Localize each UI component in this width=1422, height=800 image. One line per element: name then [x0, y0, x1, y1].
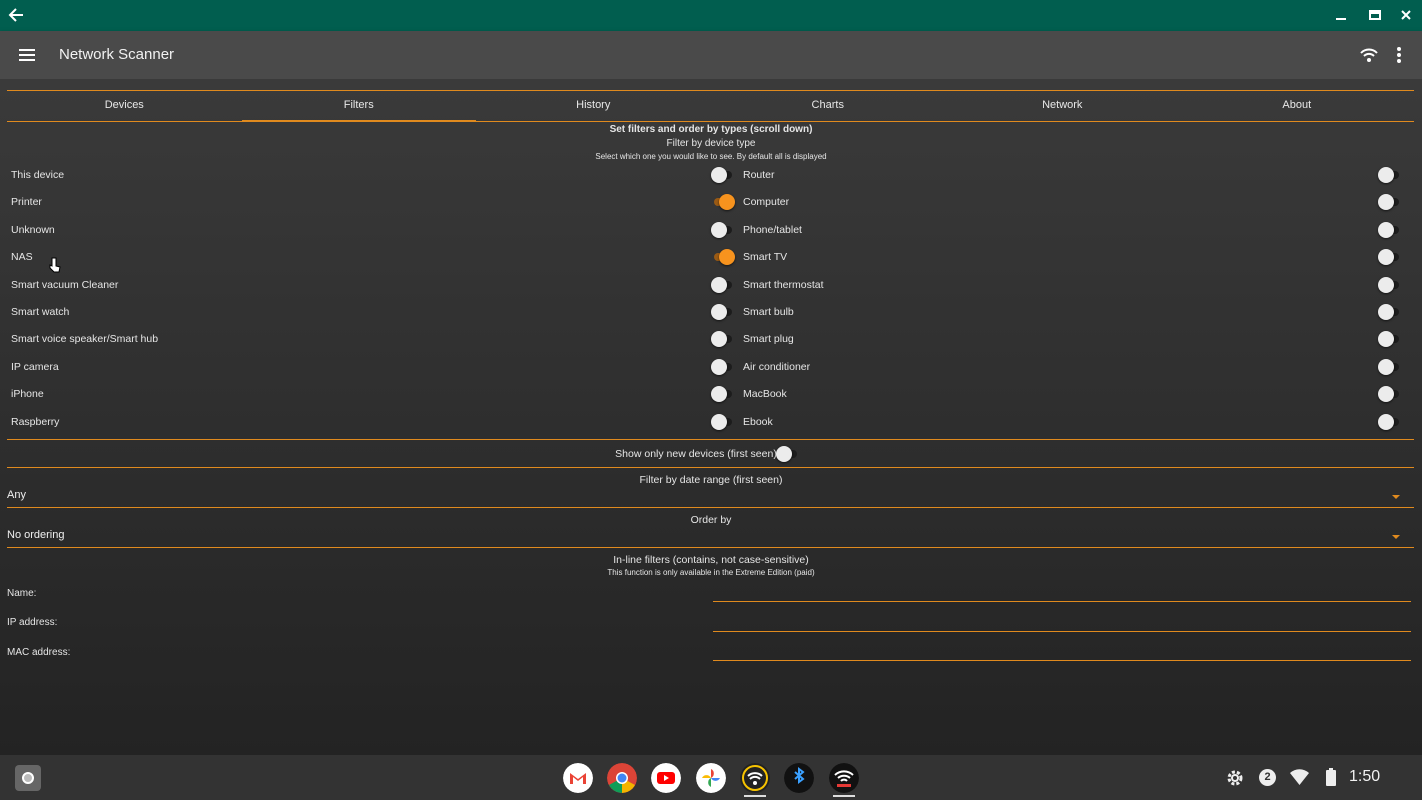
settings-gear-icon[interactable] [1226, 769, 1244, 787]
device-filter-label: Smart TV [743, 251, 788, 264]
wifi-status-icon[interactable] [1290, 769, 1309, 785]
divider [7, 547, 1414, 548]
device-filter-switch[interactable] [1378, 413, 1400, 430]
network-scanner-icon[interactable] [829, 763, 859, 793]
device-filter-label: This device [11, 169, 65, 181]
launcher-icon[interactable] [15, 765, 41, 791]
divider [7, 439, 1414, 440]
divider [7, 467, 1414, 468]
bluetooth-scanner-icon[interactable] [784, 763, 814, 793]
device-filter-label: Smart vacuum Cleaner [11, 278, 119, 291]
device-filter-label: Smart watch [11, 306, 70, 318]
filters-heading: Set filters and order by types (scroll d… [609, 124, 813, 135]
chevron-down-icon[interactable] [1392, 535, 1400, 539]
device-filter-label: NAS [11, 251, 33, 264]
device-filter-switch[interactable] [711, 167, 733, 183]
name-input[interactable] [713, 601, 1411, 602]
device-filter-label: Ebook [743, 415, 773, 428]
app-title: Network Scanner [59, 46, 175, 63]
device-filter-switch[interactable] [1378, 304, 1400, 320]
device-filter-switch[interactable] [711, 413, 733, 430]
app-bar: Network Scanner [0, 31, 1422, 79]
photos-icon[interactable] [696, 763, 726, 793]
device-filter-switch[interactable] [1378, 386, 1400, 403]
tab-devices[interactable]: Devices [7, 91, 242, 121]
chevron-down-icon[interactable] [1392, 495, 1400, 499]
device-filter-switch[interactable] [711, 386, 733, 403]
device-filter-label: iPhone [11, 388, 44, 401]
date-range-title: Filter by date range (first seen) [639, 474, 783, 486]
ip-address-input[interactable] [713, 631, 1411, 632]
device-filter-label: Raspberry [11, 415, 60, 428]
tab-charts[interactable]: Charts [711, 91, 946, 121]
mac-address-input[interactable] [713, 660, 1411, 661]
device-filter-switch[interactable] [711, 249, 735, 266]
device-filter-switch[interactable] [711, 194, 735, 211]
device-filter-label: MacBook [743, 388, 787, 401]
device-type-hint: Select which one you would like to see. … [595, 152, 827, 161]
gmail-icon[interactable] [563, 763, 593, 793]
date-range-select[interactable]: Any [7, 489, 26, 501]
inline-filters-note: This function is only available in the E… [607, 568, 815, 577]
running-indicator [833, 795, 855, 797]
battery-icon[interactable] [1326, 768, 1336, 786]
device-filter-switch[interactable] [1378, 221, 1400, 238]
divider [7, 507, 1414, 508]
device-filter-switch[interactable] [711, 276, 733, 293]
wifi-scanner-icon[interactable] [740, 763, 770, 793]
device-filter-label: Air conditioner [743, 360, 811, 373]
order-by-select[interactable]: No ordering [7, 529, 64, 541]
ip-address-label: IP address: [7, 617, 58, 628]
wifi-icon[interactable] [1359, 45, 1379, 65]
chrome-icon[interactable] [607, 763, 637, 793]
hamburger-menu-icon[interactable] [17, 45, 37, 65]
tab-about[interactable]: About [1180, 91, 1415, 121]
mac-address-label: MAC address: [7, 647, 71, 658]
system-shelf: 2 1:50 [0, 755, 1422, 800]
device-filter-label: Unknown [11, 223, 55, 236]
device-filter-label: Computer [743, 196, 790, 209]
device-filter-label: Router [743, 169, 775, 181]
device-filter-label: Smart plug [743, 333, 794, 346]
device-filter-switch[interactable] [711, 304, 733, 320]
name-label: Name: [7, 588, 37, 599]
tab-bar: Devices Filters History Charts Network A… [7, 90, 1414, 122]
window-title-bar [0, 0, 1422, 31]
more-options-icon[interactable] [1391, 45, 1407, 65]
new-devices-label: Show only new devices (first seen) [615, 448, 777, 460]
tab-network[interactable]: Network [945, 91, 1180, 121]
running-indicator [744, 795, 766, 797]
device-filter-switch[interactable] [1378, 331, 1400, 348]
device-filter-switch[interactable] [1378, 358, 1400, 375]
back-arrow-icon[interactable] [6, 5, 26, 25]
minimize-icon[interactable] [1331, 5, 1351, 25]
device-filter-label: Smart thermostat [743, 278, 824, 291]
device-filter-switch[interactable] [1378, 276, 1400, 293]
inline-filters-title: In-line filters (contains, not case-sens… [613, 554, 809, 566]
device-filter-label: Phone/tablet [743, 223, 802, 236]
device-filter-switch[interactable] [711, 331, 733, 348]
maximize-icon[interactable] [1365, 5, 1385, 25]
tab-history[interactable]: History [476, 91, 711, 121]
device-type-heading: Filter by device type [666, 138, 756, 149]
order-by-title: Order by [690, 514, 732, 526]
device-filter-label: Smart bulb [743, 306, 794, 318]
device-filter-label: Printer [11, 196, 42, 209]
notification-count-badge[interactable]: 2 [1259, 769, 1276, 786]
close-icon[interactable] [1396, 5, 1416, 25]
device-filter-switch[interactable] [1378, 249, 1400, 266]
device-filter-switch[interactable] [1378, 167, 1400, 183]
clock[interactable]: 1:50 [1349, 768, 1380, 786]
device-filter-switch[interactable] [711, 358, 733, 375]
youtube-icon[interactable] [651, 763, 681, 793]
new-devices-switch[interactable] [776, 446, 798, 462]
hand-cursor-icon [49, 257, 61, 273]
device-filter-switch[interactable] [711, 221, 733, 238]
tab-filters[interactable]: Filters [241, 91, 477, 122]
device-filter-label: Smart voice speaker/Smart hub [11, 333, 159, 346]
device-filter-switch[interactable] [1378, 194, 1400, 211]
filters-content: Devices Filters History Charts Network A… [0, 79, 1422, 755]
device-filter-label: IP camera [11, 360, 59, 373]
